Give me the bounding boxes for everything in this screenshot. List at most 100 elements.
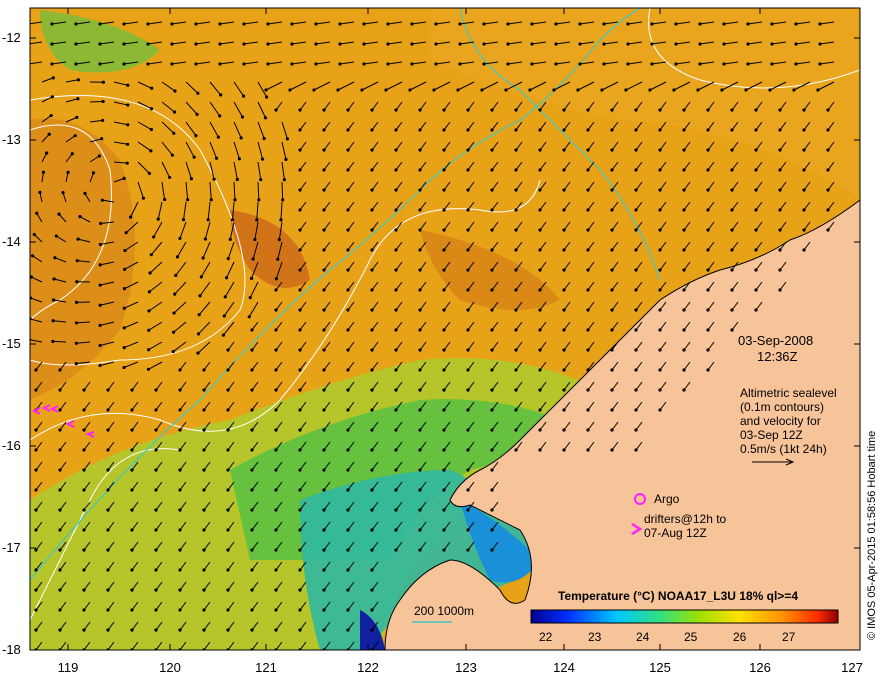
velocity-arrow-head xyxy=(218,114,222,118)
velocity-arrow-head xyxy=(235,177,239,182)
velocity-arrow-head xyxy=(658,228,662,232)
velocity-arrow-head xyxy=(298,628,302,632)
velocity-arrow-head xyxy=(322,168,326,172)
velocity-arrow-head xyxy=(418,428,422,432)
velocity-arrow-head xyxy=(124,231,128,235)
velocity-arrow-head xyxy=(466,408,470,412)
velocity-arrow-head xyxy=(658,148,662,152)
velocity-arrow-head xyxy=(285,137,289,141)
velocity-arrow-head xyxy=(274,348,278,352)
velocity-arrow-head xyxy=(490,248,494,252)
velocity-arrow-head xyxy=(240,115,245,119)
velocity-arrow-head xyxy=(490,208,494,212)
velocity-arrow-head xyxy=(322,488,326,492)
velocity-arrow-head xyxy=(562,128,566,132)
lat-label: -13 xyxy=(2,132,21,147)
velocity-arrow-head xyxy=(154,408,158,412)
velocity-arrow-head xyxy=(706,328,710,332)
velocity-arrow-head xyxy=(418,548,422,552)
lon-label: 125 xyxy=(649,660,671,675)
imos-credit: © IMOS 05-Apr-2015 01:58:56 Hobart time xyxy=(866,430,878,640)
velocity-arrow-head xyxy=(98,62,102,66)
velocity-arrow-head xyxy=(418,268,422,272)
lat-label: -14 xyxy=(2,234,21,249)
velocity-arrow-head xyxy=(634,328,638,332)
velocity-arrow-head xyxy=(202,508,206,512)
sealevel-note-line: Altimetric sealevel xyxy=(740,386,837,400)
velocity-arrow-head xyxy=(226,628,230,632)
velocity-arrow-head xyxy=(706,128,710,132)
velocity-arrow-head xyxy=(298,248,302,252)
velocity-arrow-head xyxy=(34,428,38,432)
velocity-arrow-head xyxy=(370,608,374,612)
velocity-arrow-head xyxy=(442,368,446,372)
velocity-arrow-head xyxy=(770,22,774,26)
velocity-arrow-head xyxy=(682,308,686,312)
velocity-arrow-head xyxy=(298,428,302,432)
velocity-arrow-head xyxy=(610,268,614,272)
velocity-arrow-head xyxy=(490,368,494,372)
velocity-arrow-head xyxy=(466,428,470,432)
velocity-arrow-head xyxy=(122,326,126,330)
velocity-arrow-head xyxy=(514,308,518,312)
map-date: 03-Sep-2008 xyxy=(738,333,814,348)
velocity-arrow-head xyxy=(154,388,158,392)
velocity-arrow-head xyxy=(122,346,126,350)
velocity-arrow-head xyxy=(730,148,734,152)
velocity-arrow-head xyxy=(418,388,422,392)
velocity-arrow-head xyxy=(274,568,278,572)
velocity-arrow-head xyxy=(610,128,614,132)
velocity-arrow-head xyxy=(674,62,678,66)
velocity-arrow-head xyxy=(130,468,134,472)
velocity-arrow-head xyxy=(410,42,414,46)
velocity-arrow-head xyxy=(658,408,662,412)
lon-label: 119 xyxy=(57,660,79,675)
velocity-arrow-head xyxy=(626,22,630,26)
velocity-arrow-head xyxy=(408,88,412,92)
velocity-arrow-head xyxy=(202,588,206,592)
velocity-arrow-head xyxy=(61,190,65,195)
velocity-arrow-head xyxy=(126,123,130,127)
velocity-arrow-head xyxy=(434,62,438,66)
velocity-arrow-head xyxy=(202,548,206,552)
velocity-arrow-head xyxy=(298,188,302,192)
velocity-arrow-head xyxy=(250,528,254,532)
velocity-arrow-head xyxy=(706,148,710,152)
velocity-arrow-head xyxy=(610,108,614,112)
velocity-arrow-head xyxy=(754,308,758,312)
velocity-arrow-head xyxy=(538,268,542,272)
velocity-arrow-head xyxy=(610,208,614,212)
velocity-arrow-head xyxy=(346,348,350,352)
velocity-arrow-head xyxy=(233,198,237,202)
velocity-arrow-head xyxy=(100,137,104,141)
velocity-arrow-head xyxy=(538,368,542,372)
velocity-arrow-head xyxy=(82,448,86,452)
velocity-arrow-head xyxy=(147,309,151,313)
depth-scale-label: 200 1000m xyxy=(414,604,475,618)
velocity-arrow-head xyxy=(394,248,398,252)
velocity-arrow-head xyxy=(586,368,590,372)
velocity-arrow-head xyxy=(394,508,398,512)
velocity-arrow-head xyxy=(322,248,326,252)
velocity-arrow-head xyxy=(418,348,422,352)
velocity-arrow-head xyxy=(730,128,734,132)
velocity-arrow-head xyxy=(658,188,662,192)
velocity-arrow-head xyxy=(242,62,246,66)
velocity-arrow-head xyxy=(746,42,750,46)
velocity-arrow-head xyxy=(34,388,38,392)
velocity-arrow-head xyxy=(514,148,518,152)
velocity-arrow-head xyxy=(298,288,302,292)
velocity-arrow-head xyxy=(149,253,153,257)
velocity-arrow-head xyxy=(50,42,54,46)
lon-label: 126 xyxy=(749,660,771,675)
velocity-arrow-head xyxy=(346,388,350,392)
velocity-arrow-head xyxy=(202,528,206,532)
velocity-arrow-head xyxy=(610,168,614,172)
velocity-arrow-head xyxy=(322,468,326,472)
velocity-arrow-head xyxy=(171,349,175,354)
velocity-arrow-head xyxy=(250,348,254,352)
velocity-arrow-head xyxy=(298,468,302,472)
velocity-arrow-head xyxy=(418,368,422,372)
velocity-arrow-head xyxy=(147,171,152,175)
velocity-arrow-head xyxy=(586,448,590,452)
